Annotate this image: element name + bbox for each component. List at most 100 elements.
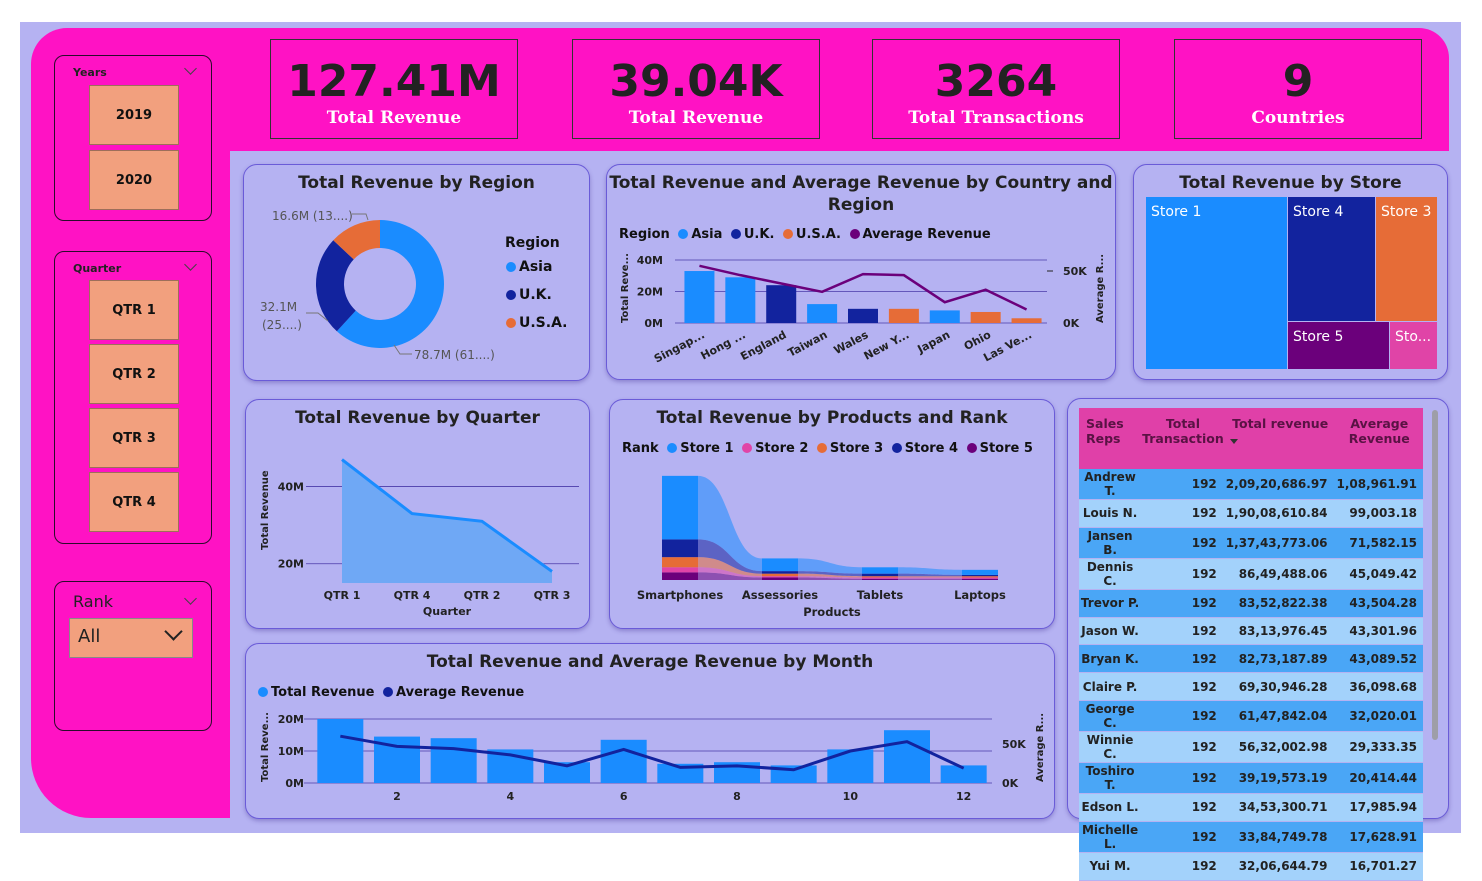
table-row[interactable]: Toshiro T. 192 39,19,573.19 20,414.44 [1079,762,1423,794]
x-tick: Taiwan [786,328,830,360]
quarter-slicer-title: Quarter [73,262,122,275]
quarter-option-qtr2[interactable]: QTR 2 [89,344,179,404]
y2-tick: 50K [1002,738,1026,751]
table-row[interactable]: Claire P. 192 69,30,946.28 36,098.68 [1079,672,1423,701]
table-row[interactable]: Andrew T. 192 2,09,20,686.97 1,08,961.91 [1079,469,1423,500]
legend-item-usa[interactable]: U.S.A. [502,315,568,331]
x-tick: 6 [620,790,628,803]
table-row[interactable]: Yui M. 192 32,06,644.79 16,701.27 [1079,852,1423,881]
bar-2 [766,285,797,323]
segment-store5 [762,577,798,580]
uk-label-line2: (25....) [262,318,302,332]
x-tick: QTR 1 [324,589,361,602]
table-row[interactable]: George C. 192 61,47,842.04 32,020.01 [1079,700,1423,732]
year-option-2020[interactable]: 2020 [89,150,179,210]
x-tick: England [738,328,788,363]
kpi-value: 127.41M [287,56,501,107]
quarter-option-qtr4[interactable]: QTR 4 [89,472,179,532]
month-chart-card[interactable]: Total Revenue and Average Revenue by Mon… [245,643,1055,819]
treemap-store4[interactable]: Store 4 [1288,197,1375,321]
table-cell: 2,09,20,686.97 [1224,469,1336,500]
bar-5 [888,308,919,323]
treemap-store3[interactable]: Store 3 [1376,197,1437,321]
segment-store5 [962,578,998,580]
quarter-option-qtr1[interactable]: QTR 1 [89,280,179,340]
table-cell: 1,08,961.91 [1335,469,1423,500]
kpi-label: Countries [1251,108,1345,128]
table-cell: 99,003.18 [1335,499,1423,528]
kpi-value: 9 [1282,56,1314,107]
column-header-total-revenue[interactable]: Total revenue [1224,408,1336,469]
segment-store3 [862,576,898,578]
table-cell: Louis N. [1079,499,1142,528]
table-cell: 192 [1141,672,1225,701]
table-row[interactable]: Jason W. 192 83,13,976.45 43,301.96 [1079,617,1423,646]
store-label: Store 3 [1381,204,1432,220]
quarter-chart-card[interactable]: Total Revenue by Quarter 40M 20M QTR 1 QTR … [245,399,590,629]
table-cell: 192 [1141,644,1225,674]
treemap-store1[interactable]: Store 1 [1146,197,1287,369]
products-chart-card[interactable]: Total Revenue by Products and Rank Rank … [609,399,1055,629]
store-chart-card[interactable]: Total Revenue by Store Store 1 Store 4 S… [1133,164,1448,380]
kpi-countries: 9 Countries [1174,39,1422,139]
segment-store4 [962,574,998,577]
x-tick: 8 [733,790,741,803]
table-cell: George C. [1079,700,1142,732]
x-tick: Tablets [857,588,904,602]
treemap-store5[interactable]: Store 5 [1288,322,1389,369]
table-row[interactable]: Bryan K. 192 82,73,187.89 43,089.52 [1079,644,1423,674]
table-row[interactable]: Louis N. 192 1,90,08,610.84 99,003.18 [1079,499,1423,528]
bar-7 [970,311,1001,323]
table-row[interactable]: Winnie C. 192 56,32,002.98 29,333.35 [1079,731,1423,763]
table-cell: 36,098.68 [1335,672,1423,701]
store-label: Store 1 [1151,204,1202,220]
column-header-total-transaction[interactable]: Total Transaction [1141,408,1225,469]
table-cell: Andrew T. [1079,469,1142,500]
region-chart-card[interactable]: Total Revenue by Region 16.6M (13....) 3… [243,164,590,381]
chevron-down-icon[interactable] [184,592,197,605]
legend-item-asia[interactable]: Asia [502,259,552,275]
rank-slicer-title: Rank [73,592,113,611]
table-row[interactable]: Jansen B. 192 1,37,43,773.06 71,582.15 [1079,527,1423,559]
area-fill [342,459,552,583]
country-combo-chart: 40M 20M 0M 50K 0K Total Reve... Average R... Si… [620,253,1106,366]
column-header-average-revenue[interactable]: Average Revenue [1335,408,1423,469]
table-row[interactable]: Dennis C. 192 86,49,488.06 45,049.42 [1079,558,1423,590]
segment-store4 [762,571,798,574]
y2-axis-label: Average R... [1095,254,1106,323]
chevron-down-icon[interactable] [184,258,197,271]
table-cell: Yui M. [1079,852,1142,881]
table-cell: 86,49,488.06 [1224,558,1336,590]
segment-store3 [962,576,998,578]
x-tick: QTR 3 [534,589,571,602]
table-row[interactable]: Michelle L. 192 33,84,749.78 17,628.91 [1079,821,1423,853]
country-chart-card[interactable]: Total Revenue and Average Revenue by Cou… [606,164,1116,380]
column-header-sales-reps[interactable]: Sales Reps [1079,408,1142,469]
products-ribbon-chart: Smartphones Assessories Tablets Laptops Prod… [637,475,1006,619]
table-row[interactable]: Edson L. 192 34,53,300.71 17,985.94 [1079,793,1423,822]
store-label: Store 5 [1293,329,1344,345]
rank-slicer: Rank All [54,581,212,731]
y-tick: 40M [637,254,663,267]
x-tick: Japan [915,328,953,356]
table-cell: 1,90,08,610.84 [1224,499,1336,528]
quarter-option-qtr3[interactable]: QTR 3 [89,408,179,468]
table-row[interactable]: Trevor P. 192 83,52,822.38 43,504.28 [1079,589,1423,618]
legend-item-uk[interactable]: U.K. [502,287,552,303]
table-cell: Michelle L. [1079,821,1142,853]
ribbon-store3 [898,576,962,578]
rank-dropdown[interactable]: All [69,618,193,658]
table-cell: Dennis C. [1079,558,1142,590]
table-cell: Edson L. [1079,793,1142,822]
chevron-down-icon[interactable] [184,62,197,75]
table-cell: Bryan K. [1079,644,1142,674]
month-bar-6 [600,739,647,783]
table-cell: 69,30,946.28 [1224,672,1336,701]
table-cell: Toshiro T. [1079,762,1142,794]
bar-8 [1011,318,1042,323]
year-option-2019[interactable]: 2019 [89,85,179,145]
table-scrollbar[interactable] [1432,410,1438,740]
treemap-store2[interactable]: Sto... [1390,322,1437,369]
segment-store4 [662,539,698,558]
table-cell: Trevor P. [1079,589,1142,618]
